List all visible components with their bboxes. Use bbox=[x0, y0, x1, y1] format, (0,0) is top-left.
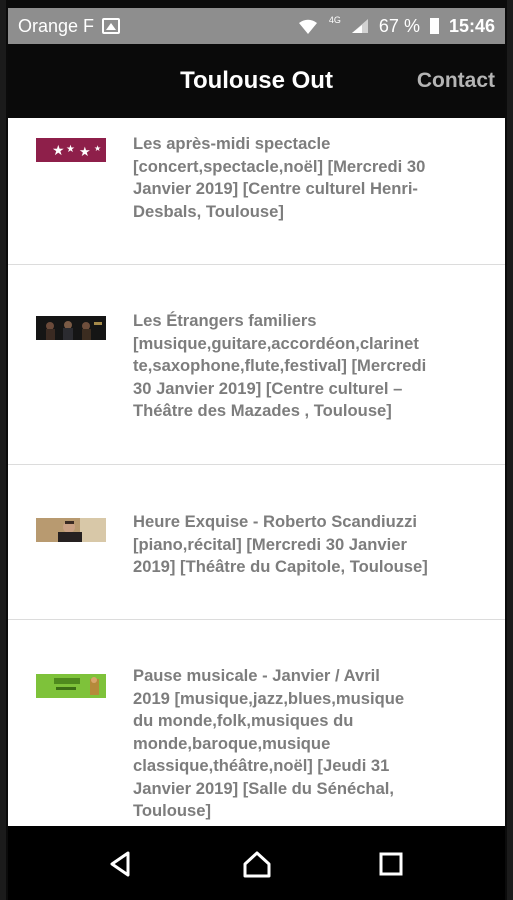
app-bar: Toulouse Out Contact bbox=[8, 44, 505, 118]
battery-icon bbox=[429, 18, 439, 34]
singer-photo-thumbnail bbox=[36, 518, 106, 542]
battery-percent: 67 % bbox=[378, 15, 420, 36]
phone-edge-left bbox=[0, 0, 6, 900]
event-text: Les Étrangers familiers [musique,guitare… bbox=[133, 311, 427, 420]
status-left: Orange F bbox=[18, 15, 121, 37]
event-list-item[interactable]: Pause musicale - Janvier / Avril 2019 [m… bbox=[8, 620, 505, 826]
home-icon[interactable] bbox=[242, 849, 272, 879]
stars-banner-thumbnail: ★ ★ ★ ★ bbox=[36, 138, 106, 162]
svg-text:★: ★ bbox=[79, 145, 91, 160]
network-type-label: 4G bbox=[328, 15, 341, 25]
image-notification-icon bbox=[102, 18, 121, 34]
system-navigation-bar bbox=[8, 826, 505, 900]
event-list-item[interactable]: Heure Exquise - Roberto Scandiuzzi [pian… bbox=[8, 465, 505, 620]
phone-frame: Orange F 4G 67 % 15:46 Toulouse Out Cont… bbox=[0, 0, 513, 900]
phone-edge-right bbox=[507, 0, 513, 900]
status-bar: Orange F 4G 67 % 15:46 bbox=[8, 8, 505, 44]
carrier-label: Orange F bbox=[18, 15, 95, 36]
wifi-icon bbox=[298, 19, 317, 34]
musicians-photo-thumbnail bbox=[36, 316, 106, 340]
signal-icon bbox=[351, 19, 368, 33]
event-list[interactable]: ★ ★ ★ ★ Les après-midi spectacle [concer… bbox=[8, 118, 505, 826]
green-poster-thumbnail bbox=[36, 674, 106, 698]
svg-text:★: ★ bbox=[94, 144, 101, 153]
event-text: Heure Exquise - Roberto Scandiuzzi [pian… bbox=[133, 512, 428, 576]
event-text: Les après-midi spectacle [concert,specta… bbox=[133, 134, 426, 221]
contact-button[interactable]: Contact bbox=[417, 69, 495, 93]
event-list-item[interactable]: ★ ★ ★ ★ Les après-midi spectacle [concer… bbox=[8, 118, 505, 265]
status-right: 4G 67 % 15:46 bbox=[297, 15, 495, 37]
clock: 15:46 bbox=[448, 15, 495, 36]
back-icon[interactable] bbox=[106, 849, 136, 879]
recents-icon[interactable] bbox=[376, 849, 406, 879]
event-text: Pause musicale - Janvier / Avril 2019 [m… bbox=[133, 666, 405, 820]
svg-text:★: ★ bbox=[52, 143, 65, 159]
event-list-item[interactable]: Les Étrangers familiers [musique,guitare… bbox=[8, 265, 505, 465]
svg-text:★: ★ bbox=[66, 144, 75, 155]
